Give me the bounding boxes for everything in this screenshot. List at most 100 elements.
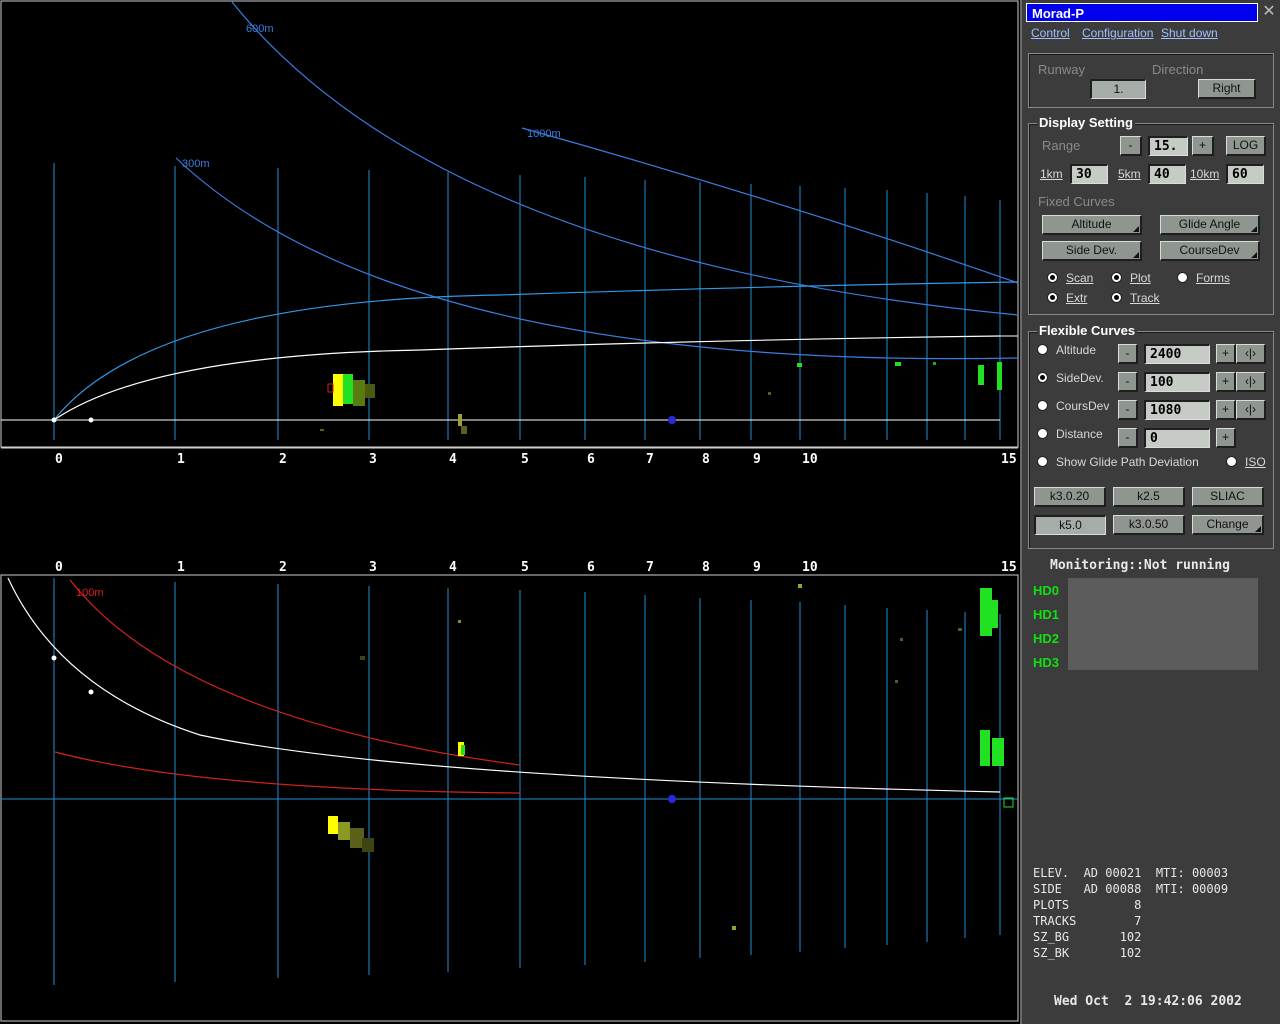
azimuth-view-border (0, 574, 1019, 1022)
scan-label: Scan (1066, 271, 1094, 285)
altitude-field[interactable]: 2400 (1144, 344, 1210, 364)
course-dev-button[interactable]: CourseDev (1160, 241, 1260, 261)
altitude-fixed-button[interactable]: Altitude (1042, 215, 1142, 235)
stat-sz-bg: SZ_BG 102 (1033, 930, 1142, 944)
runway-label: Runway (1038, 62, 1085, 77)
hd3-label: HD3 (1033, 655, 1060, 670)
elevation-ref-marker (668, 416, 676, 424)
svg-text:2: 2 (279, 452, 287, 467)
hd1-label: HD1 (1033, 607, 1060, 622)
svg-text:10: 10 (802, 560, 818, 575)
svg-text:6: 6 (587, 560, 595, 575)
threshold-marker (88, 417, 94, 423)
stat-plots: PLOTS 8 (1033, 898, 1142, 912)
preset-k25-button[interactable]: k2.5 (1113, 487, 1185, 507)
svg-text:4: 4 (449, 452, 457, 467)
range-minus-button[interactable]: - (1120, 136, 1142, 156)
iso-radio[interactable] (1226, 456, 1237, 467)
altitude-flex-radio[interactable] (1037, 344, 1048, 355)
azimuth-ref-marker (668, 795, 676, 803)
fixed-curves-label: Fixed Curves (1038, 194, 1115, 209)
direction-button[interactable]: Right (1198, 79, 1256, 99)
glide-angle-button[interactable]: Glide Angle (1160, 215, 1260, 235)
distance-flex-radio[interactable] (1037, 428, 1048, 439)
elevation-grid (53, 163, 1001, 440)
sidedev-swap-button[interactable]: ‹|› (1236, 372, 1266, 392)
plot-radio[interactable] (1111, 272, 1122, 283)
svg-text:10: 10 (802, 452, 818, 467)
svg-text:7: 7 (646, 452, 654, 467)
show-glide-label: Show Glide Path Deviation (1056, 455, 1199, 469)
km1-label: 1km (1040, 167, 1063, 181)
altitude-swap-button[interactable]: ‹|› (1236, 344, 1266, 364)
distance-flex-label: Distance (1056, 427, 1103, 441)
elevation-targets (320, 362, 1002, 434)
menu-configuration[interactable]: Configuration (1082, 26, 1153, 40)
km10-label: 10km (1190, 167, 1220, 181)
menu-control[interactable]: Control (1031, 26, 1070, 40)
curve-label-300m: 300m (182, 158, 210, 170)
sidedev-plus-button[interactable]: + (1216, 372, 1236, 392)
svg-text:0: 0 (55, 560, 63, 575)
svg-text:1: 1 (177, 560, 185, 575)
coursdev-plus-button[interactable]: + (1216, 400, 1236, 420)
upper-deviation-curve (69, 579, 521, 766)
coursdev-flex-radio[interactable] (1037, 400, 1048, 411)
coursdev-field[interactable]: 1080 (1144, 400, 1210, 420)
coursdev-minus-button[interactable]: - (1118, 400, 1138, 420)
km5-field[interactable]: 40 (1148, 164, 1186, 184)
svg-text:8: 8 (702, 560, 710, 575)
plot-label: Plot (1130, 271, 1151, 285)
scan-radio[interactable] (1047, 272, 1058, 283)
preset-sliac-button[interactable]: SLIAC (1192, 487, 1264, 507)
km10-field[interactable]: 60 (1226, 164, 1264, 184)
svg-text:0: 0 (55, 452, 63, 467)
sidedev-flex-label: SideDev. (1056, 371, 1104, 385)
log-button[interactable]: LOG (1226, 136, 1266, 156)
track-radio[interactable] (1111, 292, 1122, 303)
change-button[interactable]: Change (1192, 515, 1264, 535)
range-field[interactable]: 15. (1148, 136, 1188, 156)
approach-path-curve (7, 577, 1001, 793)
distance-plus-button[interactable]: + (1216, 428, 1236, 448)
side-dev-button[interactable]: Side Dev. (1042, 241, 1142, 261)
preset-k50-button[interactable]: k5.0 (1034, 515, 1106, 535)
sidedev-minus-button[interactable]: - (1118, 372, 1138, 392)
forms-radio[interactable] (1177, 272, 1188, 283)
svg-text:3: 3 (369, 452, 377, 467)
altitude-plus-button[interactable]: + (1216, 344, 1236, 364)
runway-button[interactable]: 1. (1090, 79, 1146, 99)
azimuth-targets (328, 584, 1014, 930)
show-glide-radio[interactable] (1037, 456, 1048, 467)
svg-text:5: 5 (521, 560, 529, 575)
range-plus-button[interactable]: + (1192, 136, 1214, 156)
sidedev-field[interactable]: 100 (1144, 372, 1210, 392)
preset-k3050-button[interactable]: k3.0.50 (1113, 515, 1185, 535)
curve-label-1000m: 1000m (527, 128, 561, 140)
window-title: Morad-P (1026, 3, 1258, 22)
preset-k3020-button[interactable]: k3.0.20 (1034, 487, 1106, 507)
threshold-marker-azimuth (88, 689, 94, 695)
coursdev-swap-button[interactable]: ‹|› (1236, 400, 1266, 420)
svg-text:8: 8 (702, 452, 710, 467)
curve-label-100m: 100m (76, 587, 104, 599)
hd-display-box (1068, 578, 1258, 670)
km1-field[interactable]: 30 (1070, 164, 1108, 184)
menu-shutdown[interactable]: Shut down (1161, 26, 1218, 40)
extr-radio[interactable] (1047, 292, 1058, 303)
radar-display[interactable]: 600m 300m 1000m 0 1 2 3 4 5 6 7 8 9 10 15 0 1 2… (0, 0, 1020, 1024)
glide-path-curve (53, 335, 1001, 421)
stat-sz-bk: SZ_BK 102 (1033, 946, 1142, 960)
control-panel: Morad-P ✕ Control Configuration Shut dow… (1020, 0, 1280, 1024)
altitude-minus-button[interactable]: - (1118, 344, 1138, 364)
coursdev-flex-label: CoursDev (1056, 399, 1110, 413)
forms-label: Forms (1196, 271, 1230, 285)
monitoring-status: Monitoring::Not running (1050, 558, 1231, 573)
sidedev-flex-radio[interactable] (1037, 372, 1048, 383)
distance-field[interactable]: 0 (1144, 428, 1210, 448)
close-icon[interactable]: ✕ (1260, 2, 1278, 22)
range-tick-labels-bottom: 0 1 2 3 4 5 6 7 8 9 10 15 (55, 560, 1017, 575)
distance-minus-button[interactable]: - (1118, 428, 1138, 448)
track-label: Track (1130, 291, 1160, 305)
svg-text:9: 9 (753, 452, 761, 467)
